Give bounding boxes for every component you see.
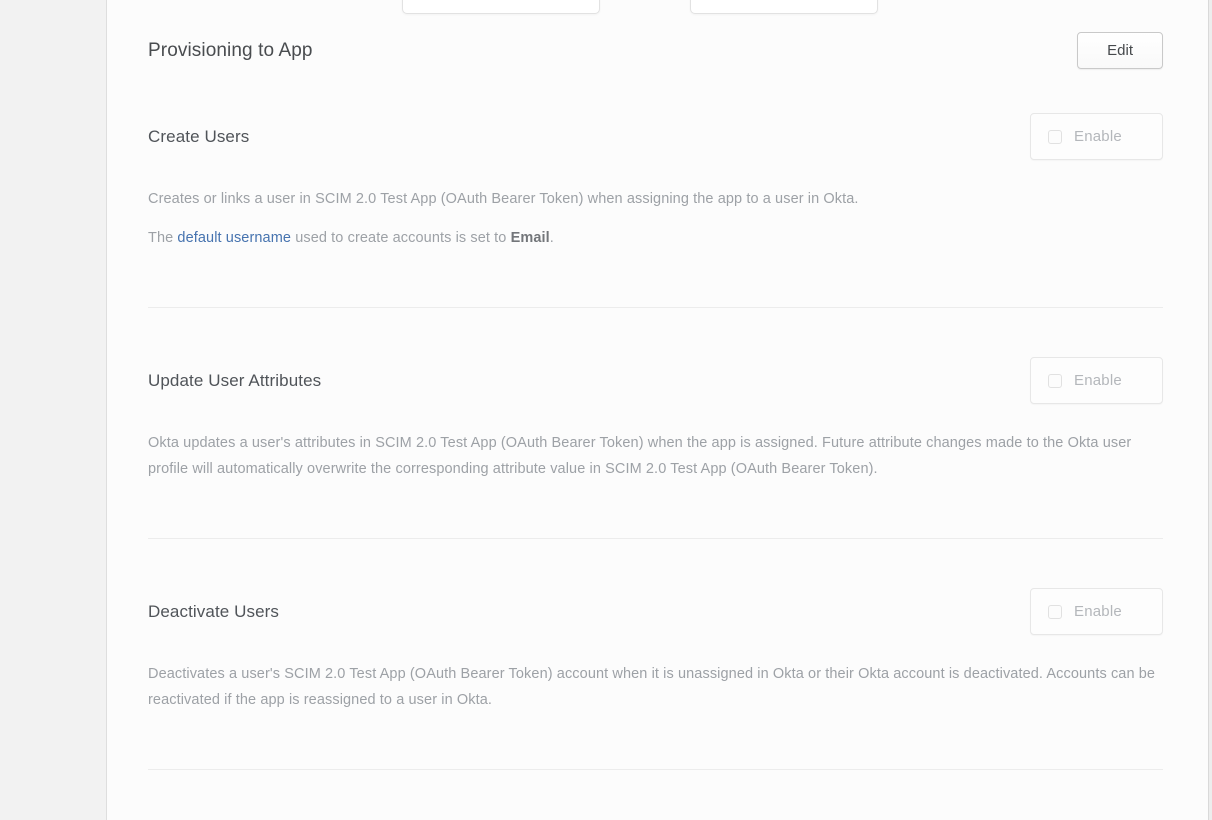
checkbox-icon[interactable]: [1048, 130, 1062, 144]
create-users-enable-button[interactable]: Enable: [1030, 113, 1163, 160]
deactivate-users-enable-button[interactable]: Enable: [1030, 588, 1163, 635]
enable-button-label: Enable: [1074, 372, 1122, 389]
note-suffix: .: [550, 230, 554, 246]
section-title-update-attributes: Update User Attributes: [148, 371, 321, 391]
enable-button-label: Enable: [1074, 128, 1122, 145]
update-attributes-description: Okta updates a user's attributes in SCIM…: [148, 430, 1163, 482]
section-divider: [148, 307, 1163, 308]
note-middle: used to create accounts is set to: [291, 230, 511, 246]
section-deactivate-users-head: Deactivate Users Enable: [148, 588, 1163, 635]
section-divider: [148, 769, 1163, 770]
right-gutter: [1208, 0, 1212, 820]
page-title: Provisioning to App: [148, 40, 313, 62]
section-divider: [148, 538, 1163, 539]
provisioning-panel: Provisioning to App Edit Create Users En…: [108, 0, 1208, 820]
panel-header: Provisioning to App Edit: [148, 32, 1163, 69]
update-attributes-enable-button[interactable]: Enable: [1030, 357, 1163, 404]
note-prefix: The: [148, 230, 177, 246]
truncated-field-right[interactable]: [690, 0, 878, 14]
section-update-attributes-head: Update User Attributes Enable: [148, 357, 1163, 404]
edit-button[interactable]: Edit: [1077, 32, 1163, 69]
enable-button-label: Enable: [1074, 603, 1122, 620]
left-gutter: [0, 0, 107, 820]
default-username-note: The default username used to create acco…: [148, 225, 1163, 251]
checkbox-icon[interactable]: [1048, 605, 1062, 619]
deactivate-users-description: Deactivates a user's SCIM 2.0 Test App (…: [148, 661, 1163, 713]
create-users-description: Creates or links a user in SCIM 2.0 Test…: [148, 186, 1163, 212]
section-title-deactivate-users: Deactivate Users: [148, 602, 279, 622]
section-create-users-head: Create Users Enable: [148, 113, 1163, 160]
default-username-link[interactable]: default username: [177, 230, 291, 246]
username-value: Email: [511, 230, 550, 246]
checkbox-icon[interactable]: [1048, 374, 1062, 388]
section-title-create-users: Create Users: [148, 127, 249, 147]
truncated-field-left[interactable]: [402, 0, 600, 14]
